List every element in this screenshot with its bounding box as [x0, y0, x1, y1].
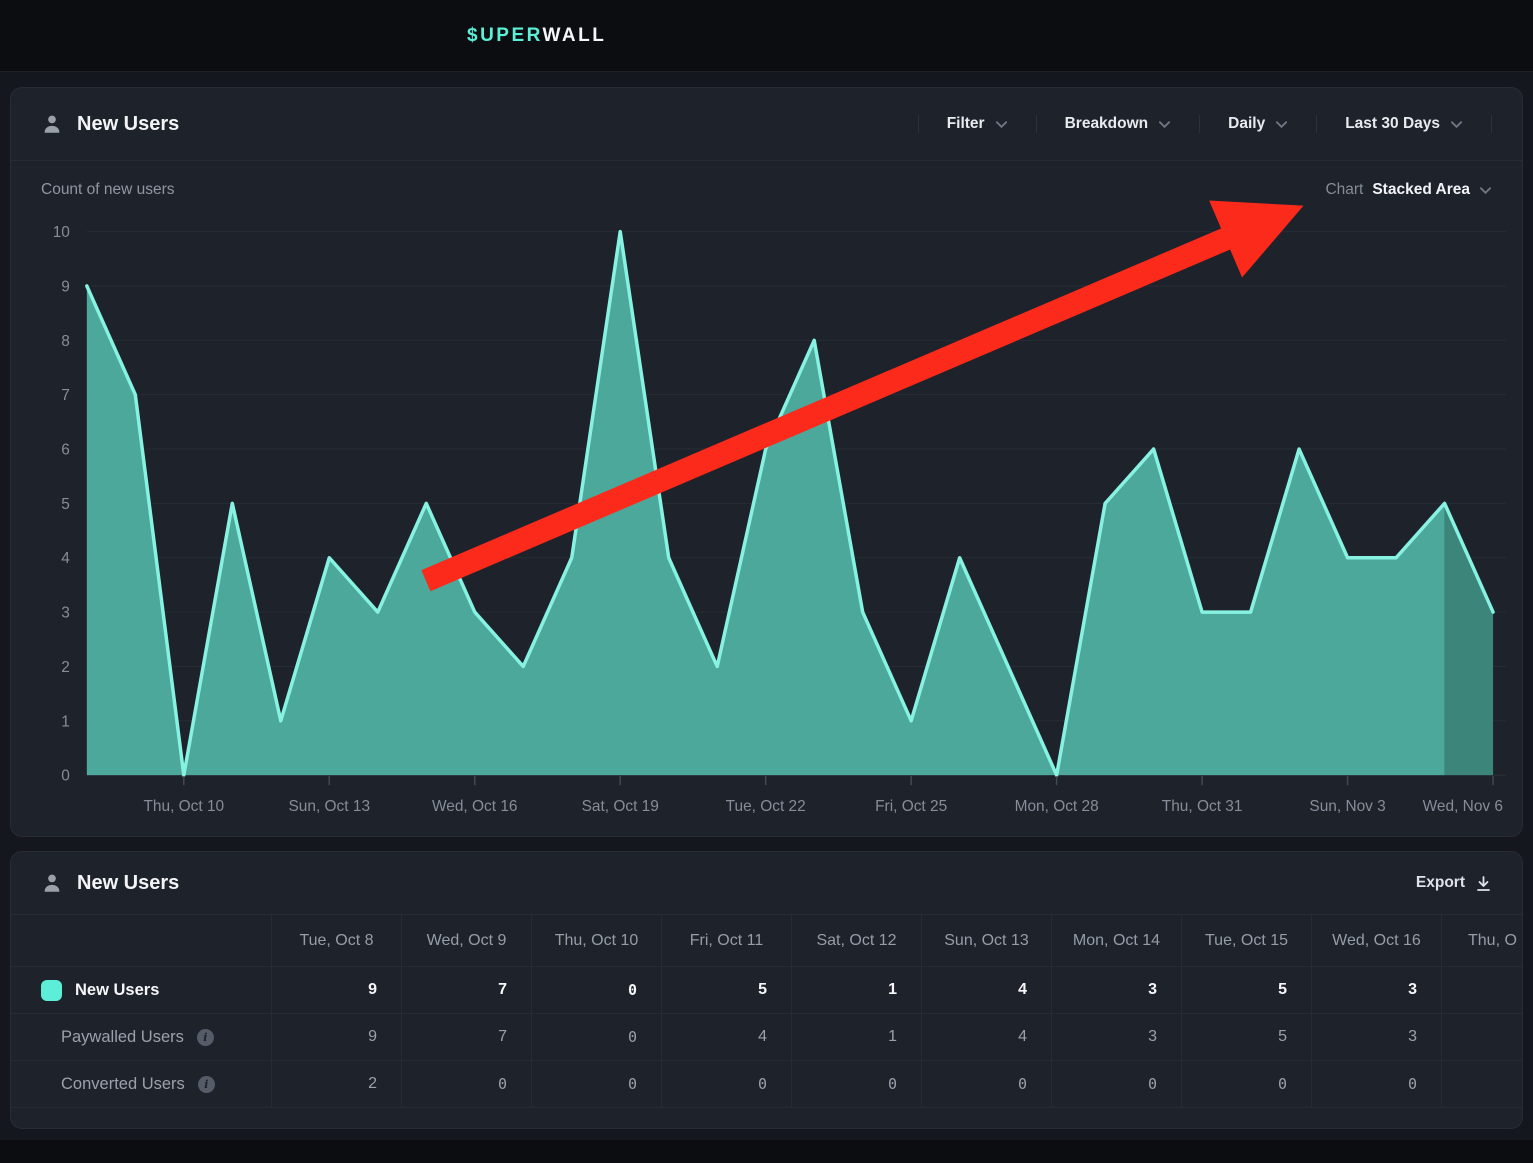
table-value-cell: 9 [271, 1014, 401, 1061]
table-value-cell: 0 [921, 1061, 1051, 1108]
x-axis-tick-label: Wed, Oct 16 [432, 798, 518, 815]
logo-prefix: $UPER [467, 25, 543, 46]
x-axis-tick-label: Tue, Oct 22 [726, 798, 806, 815]
table-value-cell: 5 [1181, 1014, 1311, 1061]
table-value-cell: 4 [661, 1014, 791, 1061]
column-header: Mon, Oct 14 [1051, 915, 1181, 967]
table-value-cell: 7 [401, 967, 531, 1014]
table-title: New Users [77, 872, 179, 895]
row-label-text: Paywalled Users [61, 1028, 184, 1047]
y-axis-tick-label: 10 [53, 224, 70, 241]
y-axis-tick-label: 6 [61, 442, 70, 459]
x-axis-tick-label: Sun, Oct 13 [289, 798, 371, 815]
table-value-cell: 0 [1051, 1061, 1181, 1108]
x-axis-tick-label: Thu, Oct 31 [1162, 798, 1243, 815]
x-axis-tick-label: Fri, Oct 25 [875, 798, 947, 815]
table-corner-cell [11, 915, 271, 967]
series-color-swatch [41, 980, 62, 1001]
daily-values-table: Tue, Oct 8Wed, Oct 9Thu, Oct 10Fri, Oct … [11, 914, 1522, 1108]
y-axis-tick-label: 5 [61, 496, 70, 513]
table-value-cell: 1 [791, 967, 921, 1014]
row-label-text: Converted Users [61, 1075, 185, 1094]
superwall-logo: $UPERWALL [467, 25, 606, 47]
x-axis-tick-label: Thu, Oct 10 [143, 798, 224, 815]
table-value-cell: 3 [1311, 967, 1441, 1014]
table-value-cell: 1 [791, 1014, 921, 1061]
row-label: Paywalled Users i [11, 1014, 271, 1061]
column-header: Thu, Oct 10 [531, 915, 661, 967]
stacked-area-chart[interactable]: 0 1 2 3 4 5 6 7 8 9 10 Thu, Oct 10 Sun, Oct 13 Wed, O… [11, 88, 1522, 836]
export-button[interactable]: Export [1416, 874, 1492, 892]
table-value-cell: 2 [271, 1061, 401, 1108]
column-header: Tue, Oct 8 [271, 915, 401, 967]
table-value-cell: 9 [271, 967, 401, 1014]
column-header: Wed, Oct 16 [1311, 915, 1441, 967]
table-value-cell: 0 [531, 1014, 661, 1061]
row-label: New Users [11, 967, 271, 1014]
info-icon[interactable]: i [197, 1029, 214, 1046]
table-value-cell: 4 [921, 967, 1051, 1014]
x-axis-tick-label: Mon, Oct 28 [1015, 798, 1099, 815]
column-header: Fri, Oct 11 [661, 915, 791, 967]
info-icon[interactable]: i [198, 1076, 215, 1093]
column-header: Thu, O [1441, 915, 1522, 967]
table-value-cell: 3 [1051, 1014, 1181, 1061]
x-axis-tick-label: Wed, Nov 6 [1423, 798, 1503, 815]
table-value-cell: 5 [1181, 967, 1311, 1014]
table-value-cell: 7 [401, 1014, 531, 1061]
x-axis-tick-label: Sat, Oct 19 [582, 798, 659, 815]
y-axis-tick-label: 8 [61, 333, 70, 350]
table-value-cell: 4 [921, 1014, 1051, 1061]
y-axis-tick-label: 2 [61, 659, 70, 676]
y-axis-tick-label: 0 [61, 768, 70, 785]
table-value-cell: 0 [401, 1061, 531, 1108]
new-users-table-card: New Users Export Tue, Oct 8Wed, Oct 9Thu… [10, 851, 1523, 1129]
chart-subheader: Count of new users Chart Stacked Area [41, 181, 1492, 199]
y-axis-tick-label: 7 [61, 387, 70, 404]
table-card-header: New Users Export [11, 852, 1522, 914]
y-axis-tick-label: 3 [61, 605, 70, 622]
table-value-cell: 3 [1311, 1014, 1441, 1061]
table-value-cell: 0 [661, 1061, 791, 1108]
top-navigation-bar: $UPERWALL [0, 0, 1533, 72]
y-axis-tick-label: 9 [61, 278, 70, 295]
new-users-chart-card: New Users Filter Breakdown Daily Last 30… [10, 87, 1523, 837]
chevron-down-icon [1479, 186, 1492, 195]
table-value-cell: 0 [791, 1061, 921, 1108]
column-header: Tue, Oct 15 [1181, 915, 1311, 967]
x-axis-tick-label: Sun, Nov 3 [1309, 798, 1385, 815]
logo-suffix: WALL [543, 25, 607, 46]
chart-subtitle: Count of new users [41, 181, 175, 199]
table-value-cell: 3 [1051, 967, 1181, 1014]
row-label: Converted Users i [11, 1061, 271, 1108]
column-header: Wed, Oct 9 [401, 915, 531, 967]
table-value-cell: 0 [531, 967, 661, 1014]
table-value-cell [1441, 1061, 1522, 1108]
column-header: Sun, Oct 13 [921, 915, 1051, 967]
table-value-cell: 5 [661, 967, 791, 1014]
area-fill-incomplete-period [1445, 503, 1493, 775]
chart-type-dropdown[interactable]: Chart Stacked Area [1325, 181, 1492, 199]
table-value-cell: 0 [1181, 1061, 1311, 1108]
bottom-bar [0, 1140, 1533, 1163]
table-value-cell: 0 [1311, 1061, 1441, 1108]
table-value-cell [1441, 967, 1522, 1014]
column-header: Sat, Oct 12 [791, 915, 921, 967]
table-value-cell: 0 [531, 1061, 661, 1108]
table-value-cell [1441, 1014, 1522, 1061]
download-icon [1475, 875, 1492, 892]
row-label-text: New Users [75, 981, 159, 1000]
y-axis-tick-label: 4 [61, 550, 70, 567]
table-card-title: New Users [41, 872, 179, 895]
person-icon [41, 872, 63, 894]
y-axis-tick-label: 1 [61, 713, 70, 730]
